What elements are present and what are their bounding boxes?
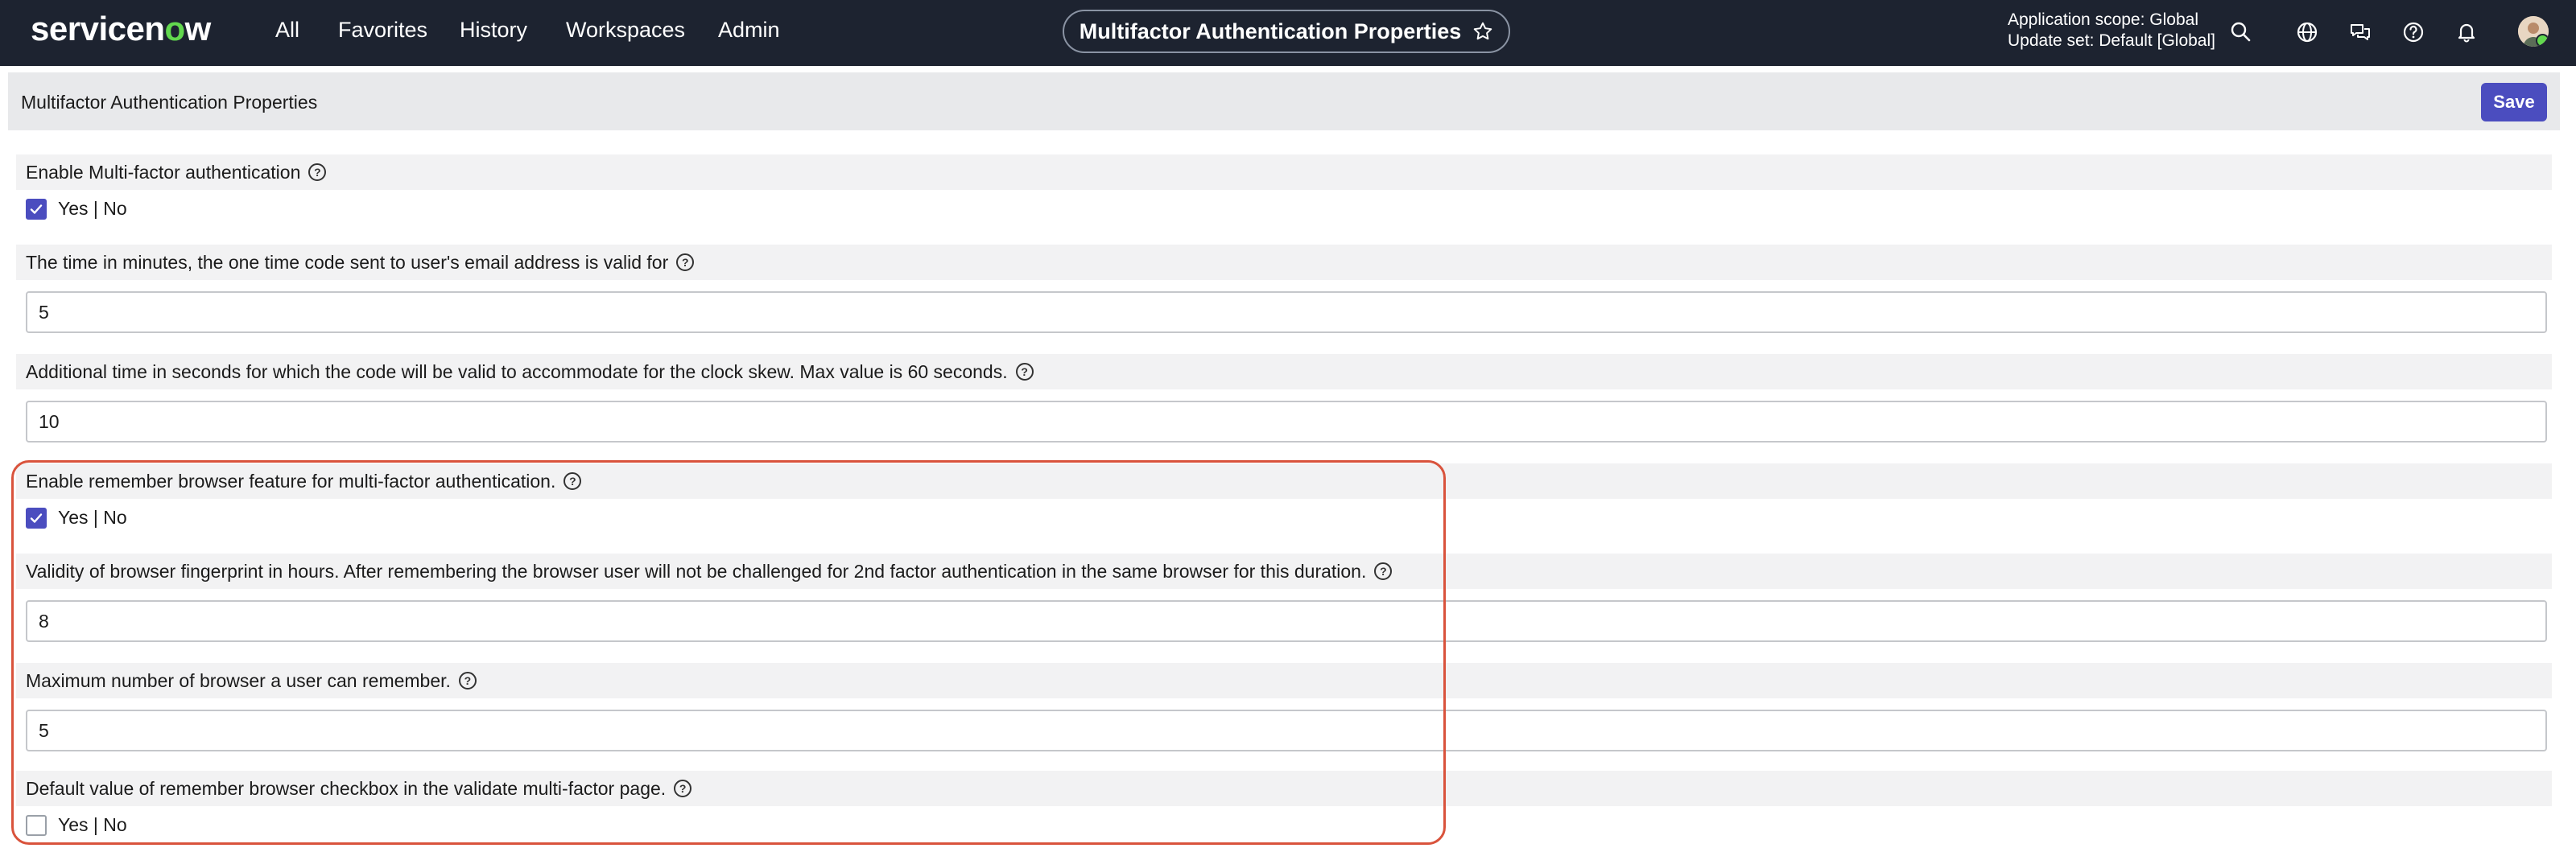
help-icon[interactable]: ? <box>564 472 582 490</box>
help-icon[interactable]: ? <box>458 672 477 690</box>
update-set: Update set: Default [Global] <box>2008 31 2215 50</box>
property-label-text: Default value of remember browser checkb… <box>26 777 667 799</box>
page-title-pill[interactable]: Multifactor Authentication Properties <box>1063 10 1510 53</box>
property-label-text: Validity of browser fingerprint in hours… <box>26 560 1367 582</box>
property-label-text: Maximum number of browser a user can rem… <box>26 669 451 691</box>
checkbox-row: Yes | No <box>16 198 2552 220</box>
nav-workspaces[interactable]: Workspaces <box>566 18 685 43</box>
property-label-text: Additional time in seconds for which the… <box>26 360 1008 382</box>
fingerprint-validity-input[interactable] <box>26 600 2547 642</box>
property-label-text: Enable remember browser feature for mult… <box>26 470 556 492</box>
property-max-browsers: Maximum number of browser a user can rem… <box>16 663 2552 751</box>
max-browsers-input[interactable] <box>26 710 2547 751</box>
property-enable-mfa: Enable Multi-factor authentication ? Yes… <box>16 154 2552 220</box>
star-icon[interactable] <box>1472 21 1493 42</box>
email-code-validity-input[interactable] <box>26 291 2547 333</box>
nav-history[interactable]: History <box>460 18 527 43</box>
property-clock-skew: Additional time in seconds for which the… <box>16 354 2552 443</box>
property-label: Enable remember browser feature for mult… <box>16 463 2552 499</box>
search-icon[interactable] <box>2228 19 2254 45</box>
help-icon[interactable]: ? <box>1015 363 1034 381</box>
checkmark-icon <box>30 204 43 214</box>
avatar[interactable] <box>2518 16 2549 47</box>
chat-icon[interactable] <box>2347 19 2373 45</box>
property-email-code-validity: The time in minutes, the one time code s… <box>16 245 2552 333</box>
property-label: Validity of browser fingerprint in hours… <box>16 554 2552 589</box>
property-label-text: The time in minutes, the one time code s… <box>26 251 669 273</box>
logo-text: servicenow <box>31 10 211 47</box>
save-button[interactable]: Save <box>2481 83 2547 121</box>
help-icon[interactable]: ? <box>674 780 692 797</box>
checkbox-option-text: Yes | No <box>58 198 127 219</box>
checkbox-option-text: Yes | No <box>58 814 127 835</box>
help-icon[interactable]: ? <box>308 163 327 181</box>
application-scope-info[interactable]: Application scope: Global Update set: De… <box>2008 10 2215 51</box>
top-navigation-bar: servicenow All Favorites History Workspa… <box>0 0 2576 66</box>
globe-icon[interactable] <box>2294 19 2320 45</box>
bell-icon[interactable] <box>2454 19 2479 45</box>
nav-favorites[interactable]: Favorites <box>338 18 427 43</box>
property-label: Enable Multi-factor authentication ? <box>16 154 2552 190</box>
form-header: Multifactor Authentication Properties Sa… <box>8 72 2560 130</box>
property-label: Maximum number of browser a user can rem… <box>16 663 2552 698</box>
online-status-dot <box>2536 34 2549 47</box>
page-title: Multifactor Authentication Properties <box>1079 19 1462 43</box>
checkbox-row: Yes | No <box>16 814 2552 836</box>
clock-skew-input[interactable] <box>26 401 2547 443</box>
property-label: The time in minutes, the one time code s… <box>16 245 2552 280</box>
property-default-remember-checkbox: Default value of remember browser checkb… <box>16 771 2552 836</box>
default-remember-checkbox[interactable] <box>26 814 47 836</box>
checkmark-icon <box>30 513 43 523</box>
checkbox-option-text: Yes | No <box>58 507 127 528</box>
servicenow-logo[interactable]: servicenow <box>31 10 211 48</box>
enable-mfa-checkbox[interactable] <box>26 198 47 220</box>
remember-browser-checkbox[interactable] <box>26 507 47 529</box>
help-icon[interactable] <box>2401 19 2426 45</box>
help-icon[interactable]: ? <box>1374 562 1393 580</box>
help-icon[interactable]: ? <box>676 253 695 271</box>
application-scope: Application scope: Global <box>2008 10 2198 29</box>
form-title: Multifactor Authentication Properties <box>21 92 318 113</box>
property-label: Additional time in seconds for which the… <box>16 354 2552 389</box>
nav-all[interactable]: All <box>275 18 299 43</box>
checkbox-row: Yes | No <box>16 507 2552 529</box>
property-label: Default value of remember browser checkb… <box>16 771 2552 806</box>
property-label-text: Enable Multi-factor authentication <box>26 161 301 183</box>
nav-admin[interactable]: Admin <box>718 18 780 43</box>
property-fingerprint-validity: Validity of browser fingerprint in hours… <box>16 554 2552 642</box>
property-remember-browser: Enable remember browser feature for mult… <box>16 463 2552 529</box>
